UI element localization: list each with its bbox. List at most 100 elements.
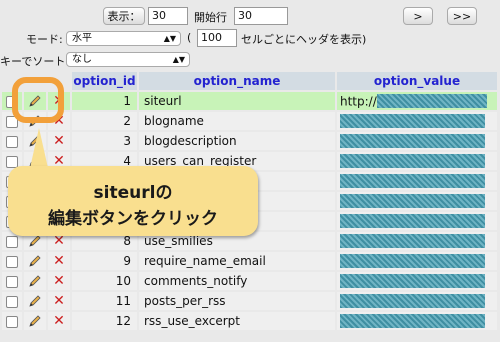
redacted-value-bar <box>340 154 485 169</box>
redacted-value-bar <box>376 94 487 109</box>
table-row: ✕ 10 comments_notify <box>2 272 497 290</box>
option-id-cell: 3 <box>72 132 137 150</box>
delete-button[interactable]: ✕ <box>48 272 70 290</box>
option-value-cell <box>337 292 497 310</box>
start-row-label: 開始行 <box>194 11 227 24</box>
row-checkbox[interactable] <box>6 155 18 168</box>
redacted-value-bar <box>340 174 485 189</box>
table-row: ✕ 1 siteurl http:// <box>2 92 497 110</box>
table-row: ✕ 11 posts_per_rss <box>2 292 497 310</box>
option-id-cell: 12 <box>72 312 137 330</box>
option-id-cell: 10 <box>72 272 137 290</box>
table-header-row: option_id option_name option_value <box>2 72 497 90</box>
option-name-cell: blogdescription <box>139 132 335 150</box>
paren-open: ( <box>187 31 192 44</box>
row-checkbox[interactable] <box>6 275 18 288</box>
option-id-cell: 1 <box>72 92 137 110</box>
highlight-ring <box>12 77 64 123</box>
option-value-cell <box>337 112 497 130</box>
option-id-cell: 11 <box>72 292 137 310</box>
row-checkbox[interactable] <box>6 135 18 148</box>
callout-box: siteurlの 編集ボタンをクリック <box>8 166 258 236</box>
edit-button[interactable] <box>24 292 46 310</box>
edit-button[interactable] <box>24 272 46 290</box>
redacted-value-bar <box>340 294 485 309</box>
option-value-cell <box>337 272 497 290</box>
row-checkbox[interactable] <box>6 295 18 308</box>
column-header-option-value[interactable]: option_value <box>337 72 497 90</box>
show-button[interactable]: 表示： <box>103 7 145 25</box>
table-row: ✕ 3 blogdescription <box>2 132 497 150</box>
option-value-cell <box>337 172 497 190</box>
option-value-cell <box>337 152 497 170</box>
delete-x-icon: ✕ <box>53 293 65 309</box>
mode-select-value: 水平 <box>72 33 92 44</box>
pencil-icon <box>29 295 41 307</box>
option-name-cell: siteurl <box>139 92 335 110</box>
delete-button[interactable]: ✕ <box>48 292 70 310</box>
sort-select-value: なし <box>72 54 92 65</box>
option-name-cell: blogname <box>139 112 335 130</box>
option-name-cell: require_name_email <box>139 252 335 270</box>
start-row-input[interactable]: 30 <box>234 7 288 25</box>
option-id-cell: 9 <box>72 252 137 270</box>
redacted-value-bar <box>340 114 485 129</box>
row-checkbox[interactable] <box>6 255 18 268</box>
mode-label: モード: <box>26 33 63 46</box>
header-every-suffix: セルごとにヘッダを表示) <box>241 33 367 46</box>
mode-select[interactable]: 水平 ▲▼ <box>66 31 181 46</box>
row-checkbox-cell <box>2 292 22 310</box>
header-every-input[interactable]: 100 <box>197 29 237 47</box>
redacted-value-bar <box>340 254 485 269</box>
table-row: ✕ 2 blogname <box>2 112 497 130</box>
option-value-cell <box>337 312 497 330</box>
callout-line-1: siteurlの <box>93 183 173 203</box>
option-name-cell: posts_per_rss <box>139 292 335 310</box>
delete-button[interactable]: ✕ <box>48 132 70 150</box>
sort-select[interactable]: なし ▲▼ <box>66 52 190 67</box>
redacted-value-bar <box>340 134 485 149</box>
pencil-icon <box>29 235 41 247</box>
row-checkbox-cell <box>2 252 22 270</box>
callout-pointer <box>30 128 48 168</box>
edit-button[interactable] <box>24 252 46 270</box>
option-value-cell <box>337 132 497 150</box>
option-name-cell: rss_use_excerpt <box>139 312 335 330</box>
next-page-button[interactable]: > <box>403 7 433 25</box>
option-value-text: http:// <box>340 94 377 109</box>
delete-x-icon: ✕ <box>53 133 65 149</box>
pencil-icon <box>29 255 41 267</box>
redacted-value-bar <box>340 214 485 229</box>
row-checkbox[interactable] <box>6 235 18 248</box>
redacted-value-bar <box>340 314 485 329</box>
rows-count-input[interactable]: 30 <box>148 7 188 25</box>
option-id-cell: 2 <box>72 112 137 130</box>
delete-button[interactable]: ✕ <box>48 252 70 270</box>
last-page-button[interactable]: >> <box>447 7 477 25</box>
delete-x-icon: ✕ <box>53 313 65 329</box>
option-name-cell: comments_notify <box>139 272 335 290</box>
delete-button[interactable]: ✕ <box>48 312 70 330</box>
option-value-cell <box>337 192 497 210</box>
option-value-cell <box>337 252 497 270</box>
pencil-icon <box>29 275 41 287</box>
row-checkbox[interactable] <box>6 315 18 328</box>
delete-x-icon: ✕ <box>53 253 65 269</box>
column-header-option-name[interactable]: option_name <box>139 72 335 90</box>
sort-label: キーでソート: <box>0 55 70 68</box>
table-row: ✕ 9 require_name_email <box>2 252 497 270</box>
redacted-value-bar <box>340 194 485 209</box>
redacted-value-bar <box>340 274 485 289</box>
option-value-cell <box>337 232 497 250</box>
redacted-value-bar <box>340 234 485 249</box>
row-checkbox-cell <box>2 312 22 330</box>
edit-button[interactable] <box>24 312 46 330</box>
row-checkbox-cell <box>2 132 22 150</box>
row-checkbox-cell <box>2 272 22 290</box>
pencil-icon <box>29 315 41 327</box>
option-value-cell <box>337 212 497 230</box>
column-header-option-id[interactable]: option_id <box>72 72 137 90</box>
select-arrows-icon: ▲▼ <box>172 55 185 64</box>
callout-line-2: 編集ボタンをクリック <box>48 209 218 229</box>
select-arrows-icon: ▲▼ <box>163 34 176 43</box>
